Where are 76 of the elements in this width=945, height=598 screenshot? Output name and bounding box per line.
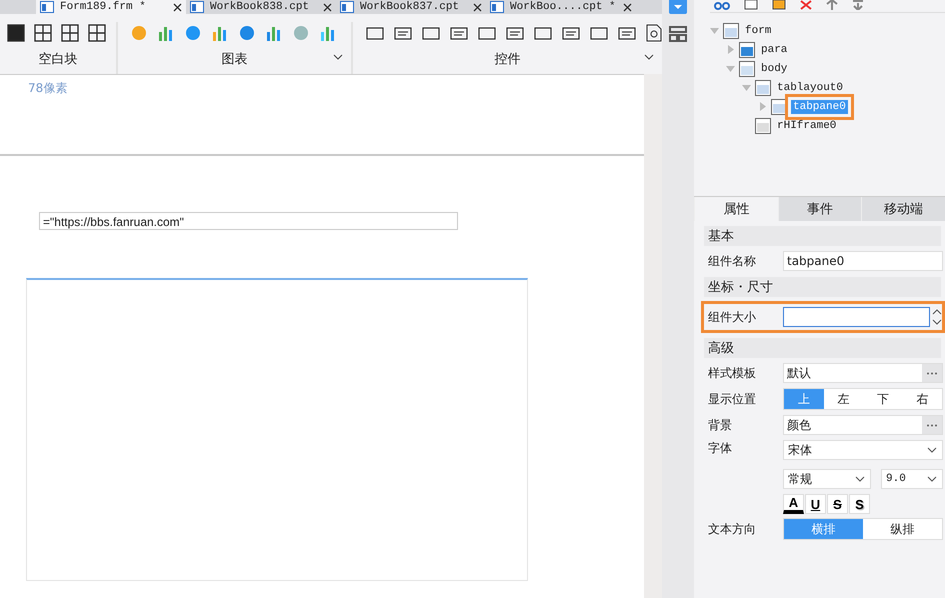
document-tab[interactable]: WorkBook838.cpt — [186, 0, 336, 14]
tree-item[interactable]: body — [759, 62, 790, 76]
close-icon[interactable] — [623, 2, 632, 12]
property-label: 样式模板 — [708, 364, 757, 382]
panel-tab[interactable]: 移动端 — [861, 197, 945, 221]
spinner-arrows-icon[interactable] — [932, 308, 942, 326]
font-size-select[interactable]: 9.0 — [881, 469, 943, 489]
chart-icon[interactable] — [184, 24, 202, 42]
section-header[interactable]: 坐标・尺寸 — [704, 277, 941, 297]
panel-tab[interactable]: 事件 — [778, 197, 862, 221]
widget-icon — [755, 118, 771, 134]
section-header[interactable]: 基本 — [704, 226, 941, 246]
chevron-down-icon — [927, 476, 937, 482]
close-icon[interactable] — [473, 2, 482, 12]
font-format-button[interactable]: S — [849, 494, 870, 514]
property-label: 组件名称 — [708, 252, 757, 270]
font-style-select[interactable]: 常规 — [783, 469, 871, 489]
property-label: 显示位置 — [708, 390, 757, 408]
text-field[interactable]: ="https://bbs.fanruan.com" — [39, 212, 458, 230]
paste-icon[interactable] — [772, 0, 786, 10]
font-format-button[interactable]: U — [805, 494, 826, 514]
close-icon[interactable] — [173, 2, 182, 12]
tree-item[interactable]: tablayout0 — [775, 80, 846, 94]
segment-option[interactable]: 下 — [863, 389, 902, 409]
size-field[interactable] — [783, 307, 930, 327]
widget-icon — [739, 60, 755, 76]
font-format-button[interactable]: S — [827, 494, 848, 514]
binoculars-icon[interactable] — [714, 0, 730, 10]
widget-icon — [771, 98, 787, 114]
segment-option[interactable]: 纵排 — [863, 519, 942, 539]
layout-icon[interactable] — [61, 24, 79, 42]
font-format-button[interactable]: A — [783, 494, 804, 514]
preview-icon[interactable] — [646, 24, 662, 42]
group-label: 控件 — [494, 51, 520, 68]
chevron-down-icon[interactable] — [333, 54, 343, 60]
property-label: 字体 — [708, 440, 733, 457]
font-family-select[interactable]: 宋体 — [783, 440, 943, 460]
document-tab[interactable]: WorkBook837.cpt — [336, 0, 486, 14]
name-field[interactable]: tabpane0 — [783, 251, 943, 271]
group-label: 空白块 — [38, 51, 78, 68]
section-header[interactable]: 高级 — [704, 338, 941, 358]
layout-icon[interactable] — [7, 24, 25, 42]
document-tab[interactable]: Form189.frm * — [36, 0, 186, 14]
widget-icon — [739, 42, 755, 58]
layout-icon[interactable] — [88, 24, 106, 42]
scrollbar[interactable] — [644, 74, 662, 598]
copy-icon[interactable] — [744, 0, 758, 10]
document-tab[interactable]: WorkBoo....cpt * — [486, 0, 636, 14]
close-icon[interactable] — [323, 2, 332, 12]
widget-icon — [723, 22, 739, 38]
segment-option[interactable]: 右 — [902, 389, 942, 409]
chevron-down-icon — [855, 476, 865, 482]
tree-item[interactable]: rHIframe0 — [775, 118, 838, 132]
move-down-icon[interactable] — [852, 0, 864, 10]
delete-icon[interactable] — [800, 0, 812, 10]
property-label: 文本方向 — [708, 520, 757, 538]
chart-icon[interactable] — [319, 24, 337, 42]
property-label: 背景 — [708, 416, 733, 434]
segment-option[interactable]: 左 — [824, 389, 863, 409]
tree-item[interactable]: para — [759, 42, 790, 56]
chart-icon[interactable] — [265, 24, 283, 42]
layout-icon[interactable] — [34, 24, 52, 42]
tree-item[interactable]: form — [743, 24, 774, 38]
caret-down-icon — [672, 3, 684, 11]
chevron-down-icon — [927, 447, 937, 453]
widget-panel-button[interactable] — [669, 0, 687, 14]
ruler-label: 78像素 — [28, 81, 68, 95]
chevron-down-icon[interactable] — [644, 54, 654, 60]
property-label: 组件大小 — [708, 308, 757, 326]
move-up-icon[interactable] — [826, 0, 838, 10]
chart-icon[interactable] — [238, 24, 256, 42]
widget-icon — [755, 80, 771, 96]
chart-icon[interactable] — [157, 24, 175, 42]
layout-icon[interactable] — [669, 26, 687, 42]
group-label: 图表 — [222, 51, 248, 68]
chart-icon[interactable] — [211, 24, 229, 42]
